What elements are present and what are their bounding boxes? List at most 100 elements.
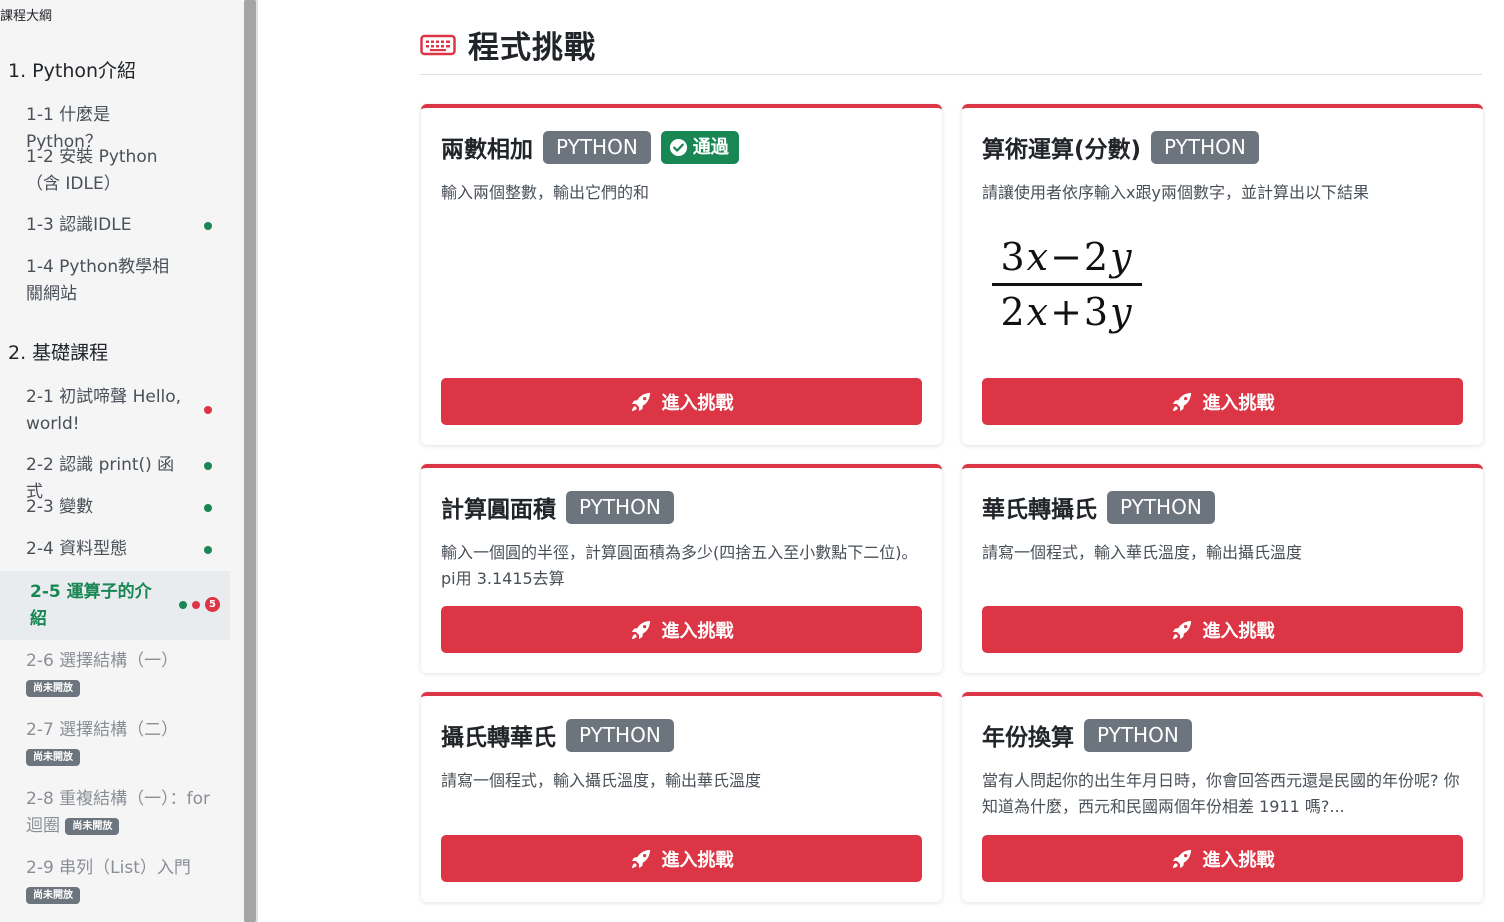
language-badge: PYTHON <box>1084 718 1192 752</box>
sidebar-item-2-6: 2-6 選擇結構（一） 尚未開放 <box>26 648 222 702</box>
sidebar-item-2-8: 2-8 重複結構（一）：for 迴圈 尚未開放 <box>26 786 222 840</box>
completed-dot <box>204 462 212 470</box>
button-label: 進入挑戰 <box>661 620 734 642</box>
page-heading: 程式挑戰 <box>420 22 596 67</box>
challenge-card: 計算圓面積 PYTHON 輸入一個圓的半徑，計算圓面積為多少(四捨五入至小數點下… <box>421 464 942 673</box>
fraction-formula: 3x−2y 2x+3y <box>987 233 1147 336</box>
challenge-title: 華氏轉攝氏 <box>982 497 1097 523</box>
rocket-icon <box>1172 392 1191 411</box>
title-divider <box>420 74 1482 75</box>
check-circle-icon <box>669 138 687 156</box>
completed-dot <box>204 546 212 554</box>
sidebar-item-2-5-active[interactable]: 2-5 運算子的介紹 5 <box>0 571 230 640</box>
rocket-icon <box>631 620 650 639</box>
language-badge: PYTHON <box>1151 130 1259 164</box>
not-open-badge: 尚未開放 <box>26 748 80 766</box>
challenge-title: 兩數相加 <box>441 137 533 163</box>
lesson-label: 2-1 初試啼聲 Hello, world! <box>26 387 182 434</box>
card-header: 兩數相加 PYTHON 通過 <box>441 130 739 164</box>
not-open-badge: 尚未開放 <box>65 817 120 835</box>
fraction-bar <box>992 283 1142 286</box>
lesson-label: 2-7 選擇結構（二） <box>26 720 179 740</box>
rocket-icon <box>1172 620 1191 639</box>
challenge-title: 攝氏轉華氏 <box>441 725 556 751</box>
language-badge: PYTHON <box>566 718 674 752</box>
completed-dot <box>204 504 212 512</box>
challenge-description: 請寫一個程式，輸入攝氏溫度，輸出華氏溫度 <box>441 771 762 790</box>
language-badge: PYTHON <box>566 490 674 524</box>
sidebar-item-1-2[interactable]: 1-2 安裝 Python（含 IDLE） <box>26 144 222 198</box>
lesson-label: 2-9 串列（List）入門 <box>26 858 191 878</box>
card-header: 計算圓面積 PYTHON <box>441 490 674 524</box>
progress-dots <box>204 462 212 470</box>
challenge-title: 計算圓面積 <box>441 497 556 523</box>
passed-badge: 通過 <box>660 130 739 164</box>
button-label: 進入挑戰 <box>661 849 734 871</box>
completed-dot <box>179 600 187 609</box>
challenge-card: 攝氏轉華氏 PYTHON 請寫一個程式，輸入攝氏溫度，輸出華氏溫度 進入挑戰 <box>421 692 942 902</box>
challenge-card: 年份換算 PYTHON 當有人問起你的出生年月日時，你會回答西元還是民國的年份呢… <box>962 692 1483 902</box>
page-title: 程式挑戰 <box>468 30 596 66</box>
rocket-icon <box>631 392 650 411</box>
formula-numerator: 3x−2y <box>1000 235 1134 279</box>
challenge-title: 年份換算 <box>982 725 1074 751</box>
sidebar-item-2-4[interactable]: 2-4 資料型態 <box>26 536 222 563</box>
enter-challenge-button[interactable]: 進入挑戰 <box>982 835 1463 882</box>
sidebar-item-1-4[interactable]: 1-4 Python教學相關網站 <box>26 254 222 308</box>
sidebar-scrollbar-thumb[interactable] <box>244 0 256 922</box>
sidebar-item-2-1[interactable]: 2-1 初試啼聲 Hello, world! <box>26 384 222 438</box>
enter-challenge-button[interactable]: 進入挑戰 <box>441 378 922 425</box>
lesson-label: 1-2 安裝 Python（含 IDLE） <box>26 147 158 194</box>
enter-challenge-button[interactable]: 進入挑戰 <box>982 606 1463 653</box>
progress-dots <box>204 504 212 512</box>
challenge-description: 輸入兩個整數，輸出它們的和 <box>441 183 650 202</box>
chapter-2-heading[interactable]: 2. 基礎課程 <box>8 338 108 365</box>
language-badge: PYTHON <box>543 130 651 164</box>
progress-dots: 5 <box>179 597 220 612</box>
challenge-card: 算術運算(分數) PYTHON 請讓使用者依序輸入x跟y兩個數字，並計算出以下結… <box>962 104 1483 445</box>
card-header: 攝氏轉華氏 PYTHON <box>441 718 674 752</box>
lesson-label: 2-5 運算子的介紹 <box>30 582 152 629</box>
challenge-card: 華氏轉攝氏 PYTHON 請寫一個程式，輸入華氏溫度，輸出攝氏溫度 進入挑戰 <box>962 464 1483 673</box>
completed-dot <box>204 222 212 230</box>
challenge-description: 請寫一個程式，輸入華氏溫度，輸出攝氏溫度 <box>982 543 1303 562</box>
lesson-label: 2-6 選擇結構（一） <box>26 651 179 671</box>
formula-denominator: 2x+3y <box>1000 290 1134 334</box>
lesson-label: 1-3 認識IDLE <box>26 215 132 235</box>
not-open-badge: 尚未開放 <box>26 886 80 904</box>
rocket-icon <box>1172 849 1191 868</box>
sidebar-item-2-9: 2-9 串列（List）入門 尚未開放 <box>26 855 222 909</box>
passed-label: 通過 <box>692 136 729 158</box>
progress-dots <box>204 222 212 230</box>
button-label: 進入挑戰 <box>661 392 734 414</box>
incomplete-dot <box>204 406 212 414</box>
pending-count-badge: 5 <box>205 597 220 612</box>
enter-challenge-button[interactable]: 進入挑戰 <box>441 606 922 653</box>
card-header: 年份換算 PYTHON <box>982 718 1192 752</box>
challenge-description: 輸入一個圓的半徑，計算圓面積為多少(四捨五入至小數點下二位)。 pi用 3.14… <box>441 543 918 588</box>
not-open-badge: 尚未開放 <box>26 679 80 697</box>
card-header: 算術運算(分數) PYTHON <box>982 130 1259 164</box>
sidebar-item-2-7: 2-7 選擇結構（二） 尚未開放 <box>26 717 222 771</box>
lesson-label: 2-4 資料型態 <box>26 539 128 559</box>
challenge-description: 請讓使用者依序輸入x跟y兩個數字，並計算出以下結果 <box>982 183 1369 202</box>
challenge-card: 兩數相加 PYTHON 通過 輸入兩個整數，輸出它們的和 進入挑戰 <box>421 104 942 445</box>
enter-challenge-button[interactable]: 進入挑戰 <box>982 378 1463 425</box>
progress-dots <box>204 546 212 554</box>
button-label: 進入挑戰 <box>1202 392 1275 414</box>
sidebar-item-1-3[interactable]: 1-3 認識IDLE <box>26 212 222 239</box>
lesson-label: 1-4 Python教學相關網站 <box>26 257 170 304</box>
sidebar-item-2-3[interactable]: 2-3 變數 <box>26 494 222 521</box>
chapter-1-heading[interactable]: 1. Python介紹 <box>8 56 136 83</box>
sidebar-header: 課程大綱 <box>0 9 53 24</box>
card-header: 華氏轉攝氏 PYTHON <box>982 490 1215 524</box>
incomplete-dot <box>192 600 200 609</box>
challenge-title: 算術運算(分數) <box>982 137 1142 163</box>
button-label: 進入挑戰 <box>1202 849 1275 871</box>
enter-challenge-button[interactable]: 進入挑戰 <box>441 835 922 882</box>
keyboard-icon <box>420 34 456 55</box>
language-badge: PYTHON <box>1107 490 1215 524</box>
button-label: 進入挑戰 <box>1202 620 1275 642</box>
rocket-icon <box>631 849 650 868</box>
course-outline-sidebar: 課程大綱 1. Python介紹 1-1 什麼是Python？ 1-2 安裝 P… <box>0 0 244 922</box>
